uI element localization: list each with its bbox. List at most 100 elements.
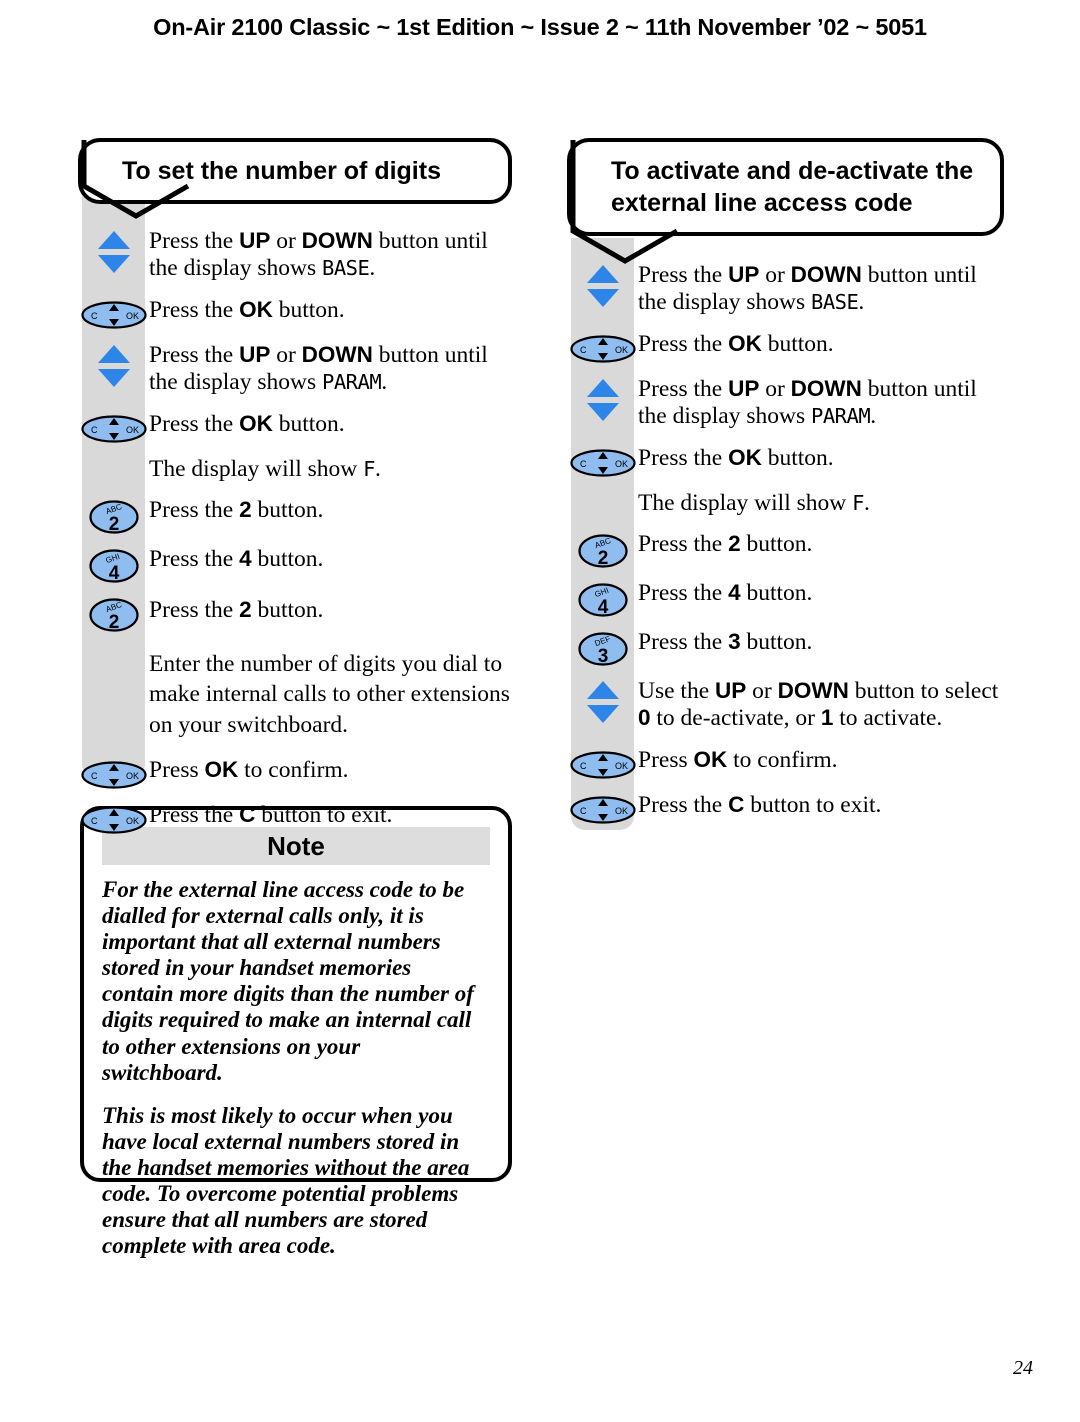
step: Press the UP or DOWN button until the dis… — [78, 342, 518, 397]
step-text: Press the OK button. — [149, 410, 345, 437]
up-down-arrows-icon — [567, 262, 638, 308]
c-ok-navigation-key-icon: C OK — [78, 297, 149, 331]
step-text: Press the C button to exit. — [638, 791, 882, 818]
svg-text:2: 2 — [597, 548, 608, 569]
svg-text:OK: OK — [615, 761, 628, 771]
step: C OK Press OK to confirm. — [567, 747, 1007, 781]
step: Press the UP or DOWN button until the dis… — [567, 376, 1007, 431]
step: C OK Press the C button to exit. — [567, 792, 1007, 826]
procedure-activate-external-line-access-code: To activate and de-activate the external… — [567, 138, 1007, 837]
step-text: Press the UP or DOWN button until the dis… — [149, 341, 488, 396]
step-text: Press the UP or DOWN button until the dis… — [638, 375, 977, 430]
step: The display will show F. — [567, 490, 1007, 520]
running-header: On-Air 2100 Classic ~ 1st Edition ~ Issu… — [153, 14, 927, 40]
up-down-arrows-icon — [567, 678, 638, 724]
procedure-set-number-of-digits: To set the number of digits Press the UP… — [78, 138, 518, 847]
step: The display will show F. — [78, 456, 518, 486]
step-text: Press the OK button. — [638, 330, 834, 357]
up-down-arrows-icon — [78, 342, 149, 388]
step-text: Press the OK button. — [638, 444, 834, 471]
svg-text:OK: OK — [615, 806, 628, 816]
keypad-key-2-icon: 2 ABC — [78, 595, 149, 633]
procedure-steps: Press the UP or DOWN button until the dis… — [567, 236, 1007, 826]
step-text: The display will show F. — [149, 455, 381, 482]
svg-text:OK: OK — [126, 311, 139, 321]
step: Use the UP or DOWN button to select 0 to … — [567, 678, 1007, 733]
step: 2 ABC Press the 2 button. — [78, 595, 518, 633]
c-ok-navigation-key-icon: C OK — [567, 747, 638, 781]
step: 3 DEF Press the 3 button. — [567, 629, 1007, 667]
svg-text:C: C — [91, 425, 98, 435]
svg-text:2: 2 — [108, 514, 119, 535]
step-text: Press the C button to exit. — [149, 801, 393, 828]
procedure-heading-bubble: To set the number of digits — [78, 138, 512, 204]
note-body: For the external line access code to be … — [84, 865, 508, 1259]
no-icon — [78, 456, 149, 458]
step-text: Press the 4 button. — [638, 579, 813, 606]
step-text: Press the OK button. — [149, 296, 345, 323]
step: 2 ABC Press the 2 button. — [567, 531, 1007, 569]
step: C OK Press the OK button. — [567, 331, 1007, 365]
step-text: Press OK to confirm. — [638, 746, 838, 773]
step: C OK Press the C button to exit. — [78, 802, 518, 836]
svg-text:OK: OK — [126, 425, 139, 435]
up-down-arrows-icon — [78, 228, 149, 274]
step: Press the UP or DOWN button until the dis… — [567, 262, 1007, 317]
svg-text:4: 4 — [108, 563, 119, 584]
step-text: Press the 2 button. — [638, 530, 813, 557]
step-text: Press the UP or DOWN button until the dis… — [149, 228, 488, 282]
page-number: 24 — [1013, 1357, 1033, 1379]
svg-text:C: C — [91, 771, 98, 781]
step: C OK Press the OK button. — [78, 411, 518, 445]
step-text: Use the UP or DOWN button to select 0 to … — [638, 677, 999, 732]
step-text: Press the 4 button. — [149, 545, 324, 572]
c-ok-navigation-key-icon: C OK — [78, 757, 149, 791]
step-text: Press the 3 button. — [638, 628, 813, 655]
step: C OK Press the OK button. — [78, 297, 518, 331]
step-text: Press the 2 button. — [149, 496, 324, 523]
c-ok-navigation-key-icon: C OK — [78, 802, 149, 836]
step: Press the UP or DOWN button until the dis… — [78, 228, 518, 283]
note-box: Note For the external line access code t… — [80, 806, 512, 1258]
up-down-arrows-icon — [567, 376, 638, 422]
note-paragraph: This is most likely to occur when you ha… — [102, 1102, 470, 1259]
svg-text:4: 4 — [597, 597, 608, 618]
svg-text:C: C — [580, 459, 587, 469]
svg-text:C: C — [580, 806, 587, 816]
svg-text:3: 3 — [597, 646, 608, 667]
svg-text:OK: OK — [126, 771, 139, 781]
svg-text:2: 2 — [108, 612, 119, 633]
step: 4 GHI Press the 4 button. — [78, 546, 518, 584]
step-text: Enter the number of digits you dial to ma… — [149, 650, 510, 739]
procedure-heading-text: To set the number of digits — [122, 157, 441, 185]
c-ok-navigation-key-icon: C OK — [567, 331, 638, 365]
step: C OK Press the OK button. — [567, 445, 1007, 479]
procedure-steps: Press the UP or DOWN button until the dis… — [78, 204, 518, 836]
step: 2 ABC Press the 2 button. — [78, 497, 518, 535]
svg-text:OK: OK — [126, 816, 139, 826]
step-text: The display will show F. — [638, 489, 870, 516]
procedure-heading-line-2: external line access code — [611, 189, 913, 217]
svg-text:C: C — [91, 816, 98, 826]
step-text: Press the 2 button. — [149, 596, 324, 623]
step: Enter the number of digits you dial to ma… — [78, 649, 518, 741]
step-text: Press OK to confirm. — [149, 756, 349, 783]
svg-text:C: C — [91, 311, 98, 321]
svg-text:OK: OK — [615, 459, 628, 469]
c-ok-navigation-key-icon: C OK — [567, 445, 638, 479]
c-ok-navigation-key-icon: C OK — [78, 411, 149, 445]
note-paragraph: For the external line access code to be … — [102, 877, 474, 1085]
step: C OK Press OK to confirm. — [78, 757, 518, 791]
keypad-key-4-icon: 4 GHI — [567, 580, 638, 618]
step: 4 GHI Press the 4 button. — [567, 580, 1007, 618]
procedure-heading-bubble: To activate and de-activate the external… — [567, 138, 1004, 236]
keypad-key-3-icon: 3 DEF — [567, 629, 638, 667]
keypad-key-2-icon: 2 ABC — [567, 531, 638, 569]
svg-text:OK: OK — [615, 345, 628, 355]
svg-text:C: C — [580, 761, 587, 771]
step-text: Press the UP or DOWN button until the dis… — [638, 262, 977, 316]
keypad-key-2-icon: 2 ABC — [78, 497, 149, 535]
c-ok-navigation-key-icon: C OK — [567, 792, 638, 826]
no-icon — [78, 649, 149, 651]
procedure-heading-line-1: To activate and de-activate the — [611, 157, 974, 185]
